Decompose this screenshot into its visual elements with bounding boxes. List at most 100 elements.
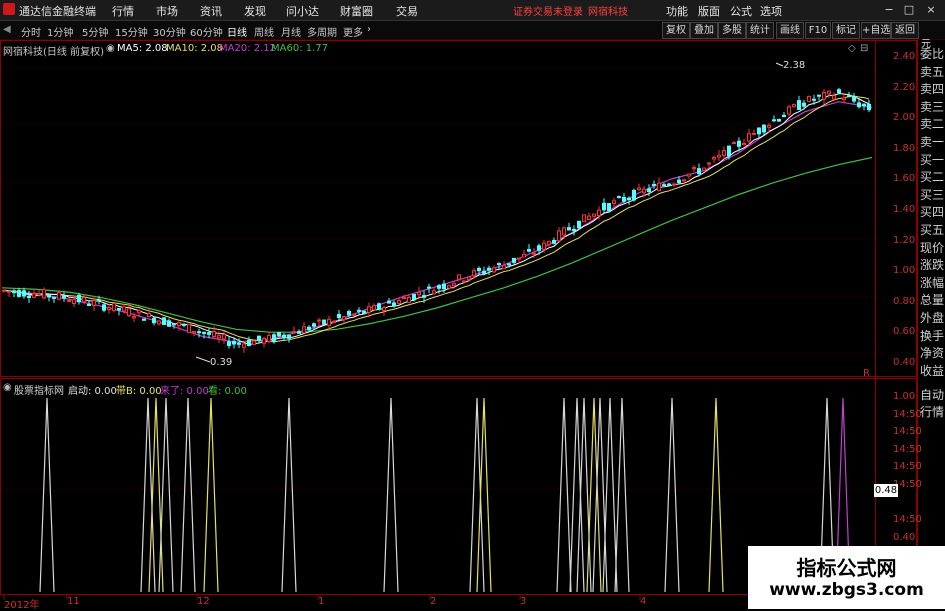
candle-body — [292, 331, 296, 334]
side-item[interactable]: 涨跌 — [920, 256, 944, 273]
side-item[interactable]: 买三 — [920, 186, 944, 203]
minimize-icon[interactable]: − — [882, 3, 896, 16]
indicator-spike — [180, 397, 196, 593]
candle-body — [347, 311, 351, 316]
kline-chart[interactable] — [0, 40, 945, 609]
candle-body — [827, 90, 831, 95]
candle-body — [32, 293, 36, 298]
indicator-spike — [383, 397, 399, 593]
candle-body — [137, 310, 141, 314]
stats-button[interactable]: 统计 — [746, 22, 774, 39]
candle-body — [102, 304, 106, 311]
indicator-spike — [708, 397, 724, 593]
menu-market[interactable]: 市场 — [156, 3, 178, 19]
indicator-tick: 14:50 — [893, 426, 922, 438]
side-item[interactable]: 卖五 — [920, 63, 944, 80]
side-item[interactable]: 卖一 — [920, 133, 944, 150]
side-item[interactable]: 收益 — [920, 362, 944, 379]
candle-body — [797, 100, 801, 111]
candle-body — [847, 95, 851, 98]
candle-body — [182, 323, 186, 326]
close-icon[interactable]: × — [924, 3, 938, 16]
menu-formula[interactable]: 公式 — [730, 3, 752, 19]
gear-icon[interactable]: ◉ — [106, 43, 115, 54]
login-notice[interactable]: 证券交易未登录 — [513, 3, 583, 18]
side-item[interactable]: 外盘 — [920, 309, 944, 326]
multi-stock-button[interactable]: 多股 — [718, 22, 746, 39]
indicator-name: 股票指标网 — [14, 386, 64, 397]
period-30min[interactable]: 30分钟 — [153, 24, 186, 39]
mark-button[interactable]: 标记 — [832, 22, 860, 39]
left-arrow-icon[interactable]: ◀ — [3, 24, 11, 35]
period-60min[interactable]: 60分钟 — [190, 24, 223, 39]
add-watchlist-button[interactable]: +自选 — [861, 22, 891, 39]
adjust-button[interactable]: 复权 — [662, 22, 690, 39]
more-chevron-icon[interactable]: › — [367, 24, 371, 35]
candle-body — [232, 340, 236, 345]
side-item[interactable]: 卖三 — [920, 98, 944, 115]
side-item[interactable]: 买一 — [920, 151, 944, 168]
side-item[interactable]: 现价 — [920, 239, 944, 256]
f10-button[interactable]: F10 — [805, 22, 831, 39]
back-button[interactable]: 返回 — [891, 22, 919, 39]
period-5min[interactable]: 5分钟 — [82, 24, 108, 39]
overlay-button[interactable]: 叠加 — [690, 22, 718, 39]
candle-body — [122, 306, 126, 312]
side-item[interactable]: 涨幅 — [920, 274, 944, 291]
indicator-spike — [614, 397, 630, 593]
side-item[interactable]: 换手 — [920, 327, 944, 344]
side-item[interactable]: 卖二 — [920, 115, 944, 132]
restore-icon[interactable]: □ — [902, 3, 916, 16]
side-item[interactable]: 卖四 — [920, 80, 944, 97]
menu-trade[interactable]: 交易 — [396, 3, 418, 19]
candle-body — [447, 285, 451, 289]
candle-body — [452, 283, 456, 287]
draw-button[interactable]: 画线 — [776, 22, 804, 39]
period-multi[interactable]: 多周期 — [307, 24, 337, 39]
side-item[interactable]: 委比 — [920, 45, 944, 62]
side-bottom-item[interactable]: 行情 — [920, 403, 944, 420]
candle-body — [522, 253, 526, 258]
menu-news[interactable]: 资讯 — [200, 3, 222, 19]
collapse-icon[interactable]: ⊟ — [860, 43, 868, 54]
side-item[interactable]: 总量 — [920, 291, 944, 308]
diamond-icon[interactable]: ◇ — [848, 43, 856, 54]
indicator-start: 启动: 0.00 — [68, 386, 117, 397]
side-item[interactable]: 买五 — [920, 221, 944, 238]
candle-body — [67, 300, 71, 303]
candle-body — [127, 308, 131, 317]
menu-function[interactable]: 功能 — [666, 3, 688, 19]
period-weekly[interactable]: 周线 — [254, 24, 274, 39]
period-intraday[interactable]: 分时 — [21, 24, 41, 39]
candle-body — [142, 318, 146, 321]
candle-body — [17, 290, 21, 297]
menu-options[interactable]: 选项 — [760, 3, 782, 19]
indicator-value-badge: 0.48 — [874, 484, 898, 497]
side-item[interactable]: 净资 — [920, 344, 944, 361]
candle-body — [257, 335, 261, 342]
period-15min[interactable]: 15分钟 — [115, 24, 148, 39]
menu-layout[interactable]: 版面 — [698, 3, 720, 19]
indicator-gear-icon[interactable]: ◉ — [3, 382, 12, 393]
candle-body — [217, 335, 221, 339]
period-daily[interactable]: 日线 — [227, 24, 247, 39]
stock-title: 网宿科技(日线 前复权) — [3, 47, 104, 58]
candle-body — [622, 196, 626, 202]
candle-body — [412, 293, 416, 301]
x-label-4: 4 — [640, 596, 647, 607]
menu-wealth[interactable]: 财富圈 — [340, 3, 373, 19]
period-monthly[interactable]: 月线 — [281, 24, 301, 39]
menu-ask[interactable]: 问小达 — [286, 3, 319, 19]
candle-body — [57, 292, 61, 300]
candle-body — [107, 307, 111, 311]
side-bottom-item[interactable]: 自动 — [920, 386, 944, 403]
period-1min[interactable]: 1分钟 — [47, 24, 73, 39]
menu-discover[interactable]: 发现 — [244, 3, 266, 19]
candle-body — [372, 305, 376, 311]
period-more[interactable]: 更多 — [343, 24, 363, 39]
candle-body — [62, 295, 66, 299]
candle-body — [607, 203, 611, 211]
side-item[interactable]: 买四 — [920, 203, 944, 220]
side-item[interactable]: 买二 — [920, 168, 944, 185]
menu-quotes[interactable]: 行情 — [112, 3, 134, 19]
